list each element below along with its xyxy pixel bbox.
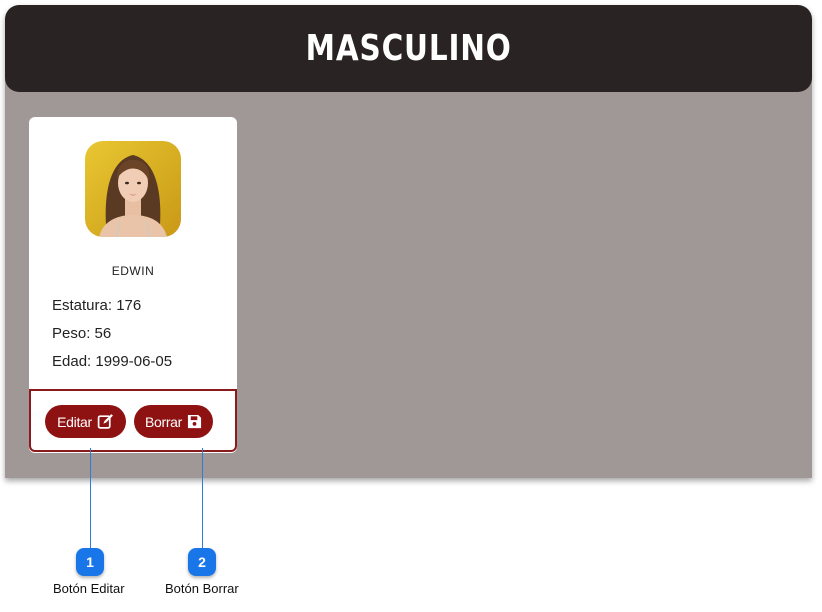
- callout-badge-2: 2: [188, 548, 216, 576]
- edit-icon: [97, 414, 113, 429]
- delete-button-label: Borrar: [144, 413, 183, 430]
- edit-button[interactable]: Editar: [45, 405, 126, 438]
- page-header: MASCULINO: [5, 5, 812, 92]
- card-actions: Editar Borrar: [29, 389, 237, 452]
- callout-badge-1: 1: [76, 548, 104, 576]
- save-icon: [187, 414, 202, 429]
- birthdate-text: Edad: 1999-06-05: [52, 353, 173, 370]
- callout-label-1: Botón Editar: [53, 581, 125, 596]
- avatar: [85, 141, 181, 237]
- callout-line-2: [202, 448, 203, 548]
- person-name: EDWIN: [111, 264, 155, 278]
- page-title: MASCULINO: [305, 28, 512, 69]
- person-photo-icon: [99, 155, 167, 237]
- callout-label-2: Botón Borrar: [165, 581, 239, 596]
- edit-button-label: Editar: [57, 413, 92, 430]
- delete-button[interactable]: Borrar: [134, 405, 213, 438]
- callout-line-1: [90, 448, 91, 548]
- height-text: Estatura: 176: [52, 297, 142, 314]
- weight-text: Peso: 56: [52, 325, 112, 342]
